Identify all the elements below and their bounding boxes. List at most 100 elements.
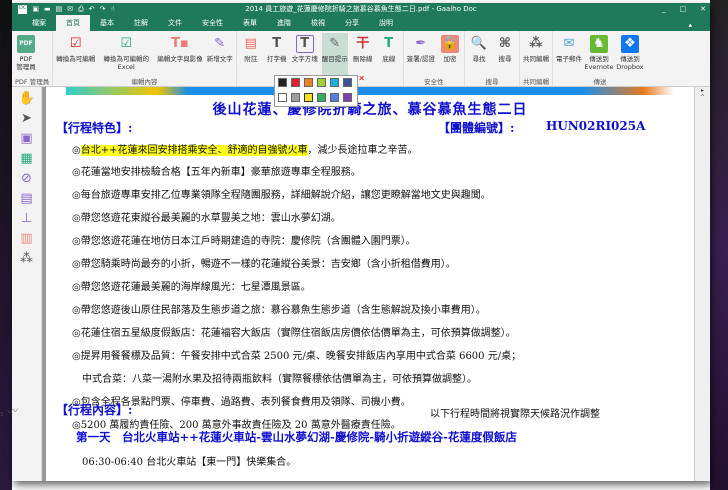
dropbox-icon: ❖: [620, 35, 639, 53]
vertical-scrollbar[interactable]: ▸ ^: [694, 87, 710, 481]
edit-text-image-icon: T▪: [171, 36, 189, 51]
feature-item: ◎花蓮住宿五星級度假飯店：花蓮福容大飯店（實際住宿飯店房價依估價單為主，可依預算…: [72, 328, 516, 339]
feature-item: ◎帶您悠遊花東縱谷最美麗的水草豐美之地：雲山水夢幻湖。: [72, 213, 341, 224]
pdf-manager-icon: PDF: [17, 35, 35, 53]
find-button[interactable]: 🔍 尋找: [468, 33, 490, 76]
binoculars-icon: ⌘: [498, 36, 511, 51]
title-bar: DC ▣ ▬ ▤ ✉ ⎙ ↶ ↷ ☝ 2014 員工旅遊_花蓮慶修院折騎之旅慕谷慕魚生態二日.…: [12, 3, 710, 15]
stamp-icon[interactable]: ⊥: [19, 211, 35, 227]
strikethrough-button[interactable]: 干刪除線: [352, 33, 374, 76]
desktop-background: [710, 0, 728, 490]
color-swatch[interactable]: [291, 92, 300, 102]
search-button[interactable]: ⌘ 搜尋: [494, 33, 516, 76]
comments-icon[interactable]: ▤: [19, 191, 35, 207]
collapse-ribbon-icon[interactable]: ▴: [678, 18, 702, 32]
color-swatch[interactable]: [343, 78, 352, 87]
document-title: 後山花蓮、慶修院折騎之旅、慕谷慕魚生態二日: [212, 102, 528, 118]
header-image: [66, 87, 674, 95]
feature-item: ◎帶您騎乘時尚最夯的小折，暢遊不一樣的花蓮縱谷美景：吉安鄉（含小折租借費用）。: [72, 259, 456, 270]
feature-item: ◎每台旅遊專車安排乙位專業領隊全程隨團服務，詳細解說介紹，讓您更瞭解當地文史與趣…: [72, 190, 491, 201]
typewriter-button[interactable]: T 打字機: [266, 33, 288, 76]
color-swatch[interactable]: [317, 78, 326, 87]
highlighted-text[interactable]: 台北++花蓮來回安排搭乘安全、舒適的自強號火車: [80, 145, 308, 156]
tab-file[interactable]: 檔案: [22, 15, 56, 31]
tab-view[interactable]: 檢視: [301, 15, 335, 31]
sign-icon: ✒: [415, 36, 427, 51]
scroll-up-arrow[interactable]: ^: [695, 94, 710, 101]
bookmark-icon[interactable]: ▣: [19, 131, 35, 147]
color-swatch[interactable]: [278, 92, 287, 102]
note-button[interactable]: ▤ 附註: [240, 33, 262, 76]
feature-item: ◎帶您悠遊後山原住民部落及生態步道之旅：慕谷慕魚生態步道（含生態解說及換小車費用…: [72, 305, 486, 316]
thumbnails-icon[interactable]: ▦: [19, 151, 35, 167]
group-collab: ⁂ 共同編輯 共同編輯: [520, 31, 553, 86]
color-swatch[interactable]: [304, 92, 313, 102]
color-swatch[interactable]: [278, 78, 287, 87]
tab-security[interactable]: 安全性: [192, 15, 233, 31]
group-send: ✉ 電子郵件 ♞ 傳送到 Evernote ❖ 傳送到 Dropbox 傳送: [553, 31, 647, 86]
tab-help[interactable]: 說明: [369, 15, 403, 31]
tab-forms[interactable]: 表單: [233, 15, 267, 31]
color-swatch[interactable]: [330, 92, 339, 102]
highlight-icon: ✎: [329, 36, 341, 51]
color-swatch[interactable]: [343, 92, 352, 102]
group-security: ✒ 簽署/認證 🔒 加密 安全性: [404, 31, 465, 86]
feature-item: ◎提昇用餐餐標及品質：午餐安排中式合菜 2500 元/桌、晚餐安排飯店內享用中式…: [72, 351, 522, 362]
close-palette-icon[interactable]: ✕: [358, 74, 365, 83]
email-button[interactable]: ✉ 電子郵件: [556, 33, 582, 76]
window-title: 2014 員工旅遊_花蓮慶修院折騎之旅慕谷慕魚生態二日.pdf - Gaaiho…: [245, 5, 477, 13]
sign-button[interactable]: ✒ 簽署/認證: [407, 33, 435, 76]
scroll-up-icon[interactable]: ▸: [695, 87, 710, 94]
select-tool-icon[interactable]: ➤: [19, 111, 35, 127]
pdf-page: 後山花蓮、慶修院折騎之旅、慕谷慕魚生態二日 【行程特色】: 【團體編號】: HU…: [46, 87, 694, 481]
highlight-color-palette: ✕: [274, 74, 365, 107]
collab-panel-icon[interactable]: ⁂: [19, 251, 35, 267]
underline-icon: T: [384, 36, 394, 51]
day1-heading: 第一天 台北火車站++花蓮火車站-雲山水夢幻湖-慶修院-騎小折遊縱谷-花蓮度假飯…: [76, 430, 517, 444]
pdf-manager-button[interactable]: PDF PDF 管理員: [15, 33, 37, 76]
day1-line: 06:30-06:40 台北火車站【東一門】快樂集合。: [82, 457, 297, 468]
maximize-button[interactable]: □: [680, 5, 687, 13]
group-edit-content: ☑ 轉換為可編輯 ☑ 轉換為可編輯的 Excel T▪ 編輯文字與影像 ✎ 新增文字 編…: [53, 31, 237, 86]
textbox-button[interactable]: T 文字方塊: [292, 33, 318, 76]
tab-home[interactable]: 首頁: [56, 15, 90, 31]
feature-item: 中式合菜：八菜一湯附水果及招待兩瓶飲料（實際餐標依估價單為主，可依預算做調整）。: [82, 374, 477, 385]
group-pdf-manager: PDF PDF 管理員 PDF 管理員: [12, 31, 54, 86]
attachment-icon[interactable]: ⊘: [19, 171, 35, 187]
collab-icon: ⁂: [529, 36, 543, 51]
color-swatch[interactable]: [330, 78, 339, 87]
tab-basic[interactable]: 基本: [90, 15, 124, 31]
hand-tool-icon[interactable]: ✋: [19, 91, 35, 107]
color-swatch[interactable]: [304, 78, 313, 87]
add-text-button[interactable]: ✎ 新增文字: [207, 33, 233, 76]
convert-editable-icon: ☑: [69, 36, 82, 51]
app-window: DC ▣ ▬ ▤ ✉ ⎙ ↶ ↷ ☝ 2014 員工旅遊_花蓮慶修院折騎之旅慕谷慕魚生態二日.…: [12, 3, 710, 481]
color-swatch[interactable]: [317, 92, 326, 102]
close-button[interactable]: ✕: [700, 5, 706, 13]
feature-item: ◎台北++花蓮來回安排搭乘安全、舒適的自強號火車，減少長途拉車之辛苦。: [72, 145, 418, 156]
feature-item: ◎帶您悠遊花蓮最美麗的海岸線風光：七星潭風景區。: [72, 282, 311, 293]
convert-editable-button[interactable]: ☑ 轉換為可編輯: [56, 33, 95, 76]
edit-text-image-button[interactable]: T▪ 編輯文字與影像: [157, 33, 203, 76]
color-swatch[interactable]: [291, 78, 300, 87]
evernote-icon: ♞: [589, 35, 608, 53]
feature-item: ◎花蓮當地安排檢驗合格【五年內新車】豪華旅遊專車全程服務。: [72, 167, 361, 178]
tab-comment[interactable]: 註解: [124, 15, 158, 31]
encrypt-button[interactable]: 🔒 加密: [439, 33, 461, 76]
itinerary-note: 以下行程時間將視實際天候路況作調整: [430, 409, 600, 420]
highlight-button[interactable]: ✎ 醒目提示: [321, 33, 348, 76]
tab-share[interactable]: 分享: [335, 15, 369, 31]
evernote-button[interactable]: ♞ 傳送到 Evernote: [584, 33, 614, 76]
textbox-icon: T: [295, 35, 314, 53]
convert-excel-button[interactable]: ☑ 轉換為可編輯的 Excel: [99, 33, 153, 76]
typewriter-icon: T: [272, 36, 282, 51]
encrypt-icon: 🔒: [440, 35, 459, 53]
tab-document[interactable]: 文件: [158, 15, 192, 31]
tab-advanced[interactable]: 進階: [267, 15, 301, 31]
underline-button[interactable]: T 底線: [378, 33, 400, 76]
minimize-button[interactable]: _: [662, 5, 666, 13]
note-icon: ▤: [244, 36, 257, 51]
security-panel-icon[interactable]: ▥: [19, 231, 35, 247]
collab-button[interactable]: ⁂ 共同編輯: [523, 33, 549, 76]
dropbox-button[interactable]: ❖ 傳送到 Dropbox: [616, 33, 644, 76]
